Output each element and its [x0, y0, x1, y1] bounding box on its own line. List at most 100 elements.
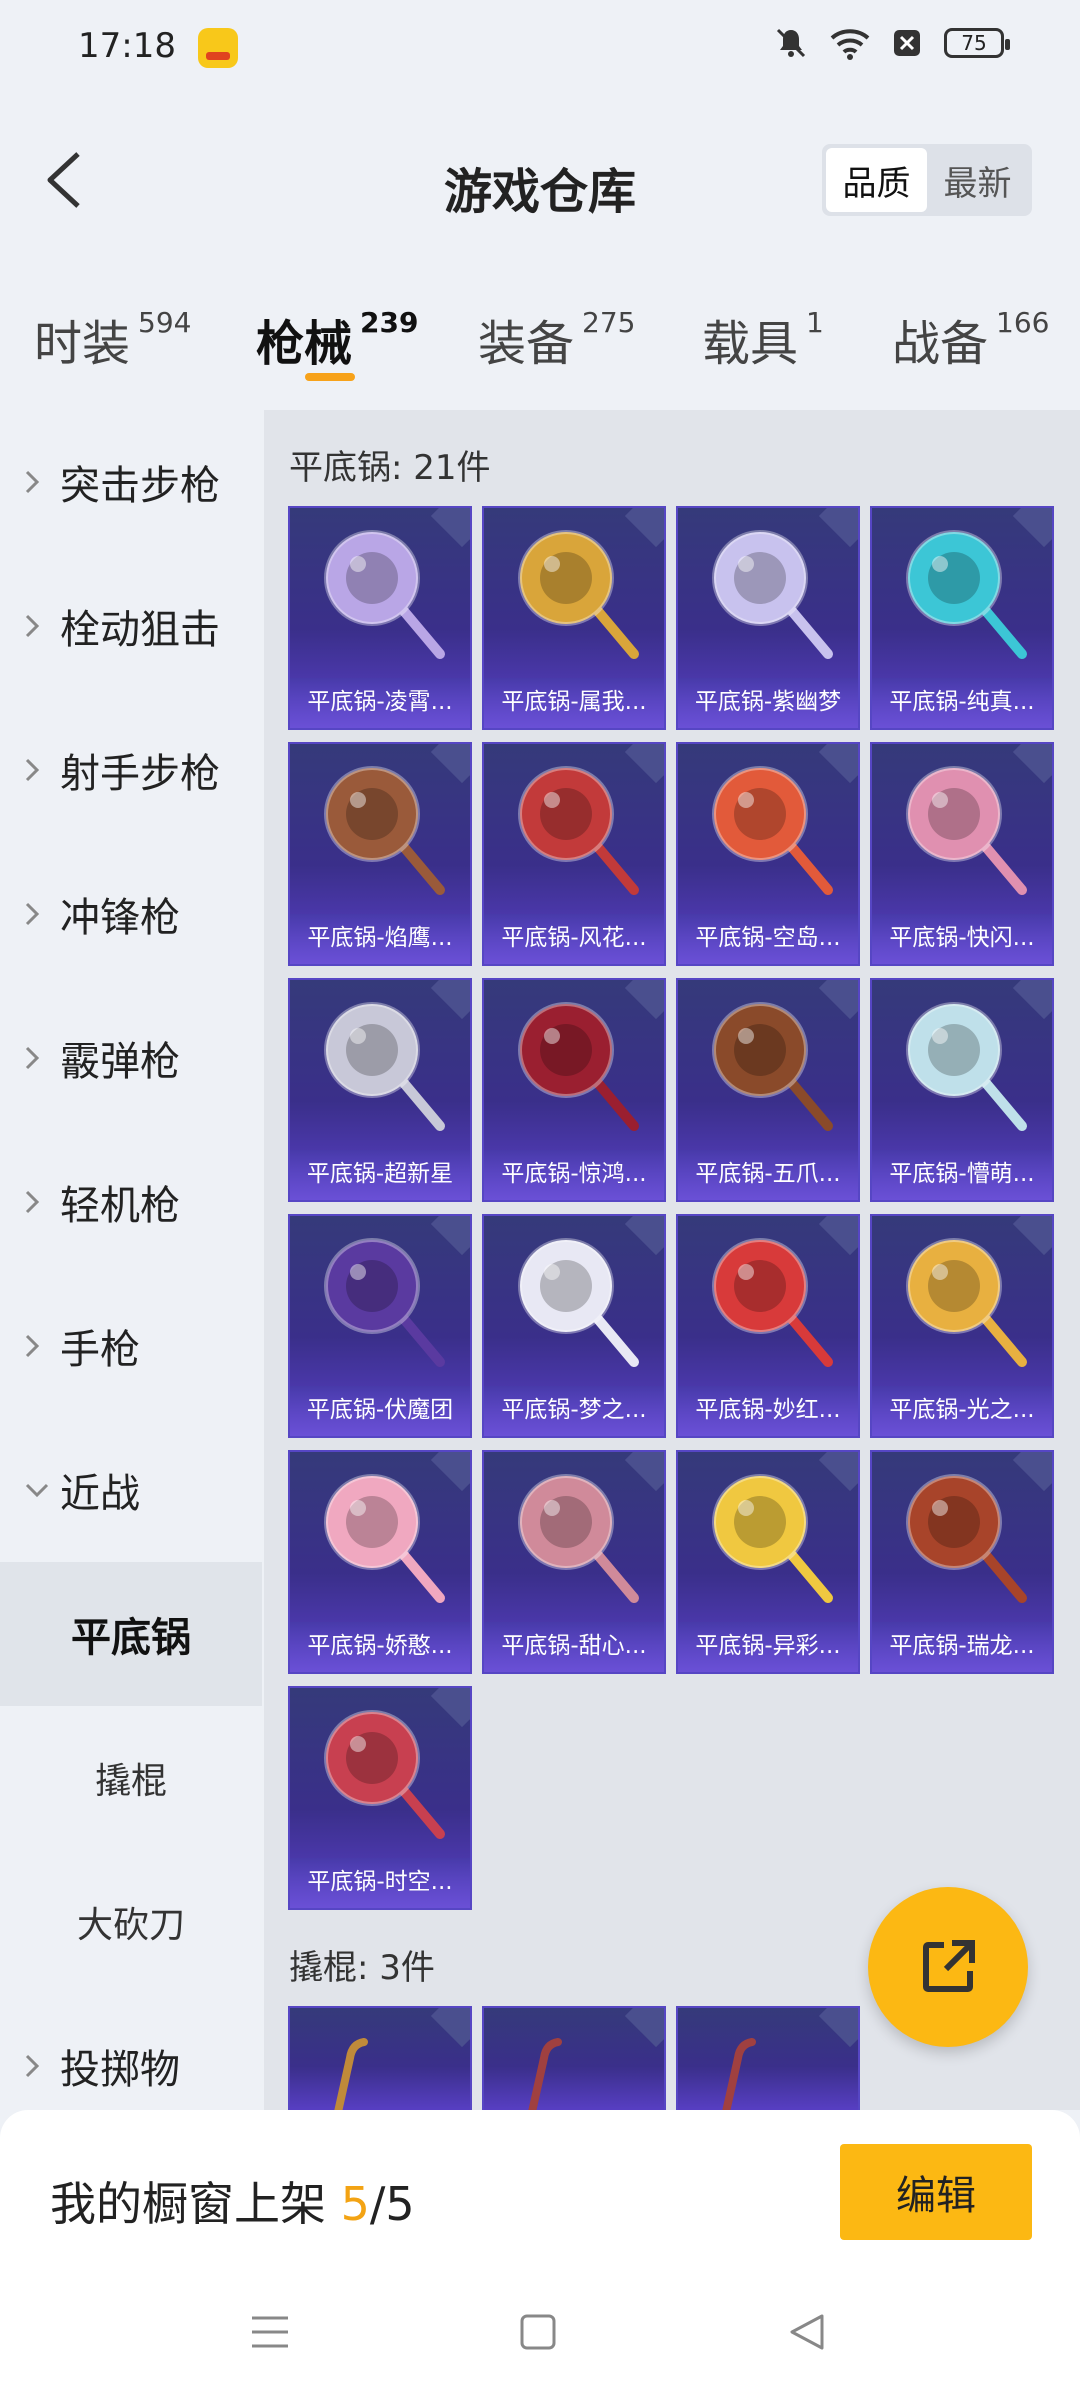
frying-pan-icon — [518, 766, 639, 895]
menu-icon[interactable] — [240, 2302, 300, 2362]
item-card[interactable]: 平底锅-甜心... — [482, 1450, 666, 1674]
tab-count: 166 — [996, 306, 1050, 339]
item-card[interactable]: 平底锅-光之... — [870, 1214, 1054, 1438]
item-card[interactable]: 平底锅-瑞龙... — [870, 1450, 1054, 1674]
frying-pan-icon — [712, 530, 833, 659]
item-name: 平底锅-甜心... — [484, 1622, 664, 1672]
sidebar-item-smg[interactable]: 冲锋枪 — [0, 842, 262, 986]
item-card[interactable]: 平底锅-焰鹰... — [288, 742, 472, 966]
item-card[interactable]: 平底锅-属我... — [482, 506, 666, 730]
item-card[interactable]: 平底锅-伏魔团 — [288, 1214, 472, 1438]
item-name: 平底锅-娇憨... — [290, 1622, 470, 1672]
back-triangle-icon[interactable] — [776, 2302, 836, 2362]
frying-pan-icon — [906, 1474, 1027, 1603]
home-icon[interactable] — [508, 2302, 568, 2362]
frying-pan-icon — [906, 766, 1027, 895]
tab-weapons[interactable]: 枪械 239 — [256, 304, 418, 374]
chevron-right-icon — [24, 1189, 54, 1215]
item-name: 平底锅-光之... — [872, 1386, 1052, 1436]
frying-pan-icon — [906, 530, 1027, 659]
no-sim-icon — [894, 30, 920, 56]
item-card[interactable]: 平底锅-妙红... — [676, 1214, 860, 1438]
item-card[interactable]: 平底锅-惊鸿... — [482, 978, 666, 1202]
item-card[interactable]: 平底锅-异彩... — [676, 1450, 860, 1674]
share-fab-button[interactable] — [868, 1887, 1028, 2047]
item-card[interactable]: 平底锅-凌霄... — [288, 506, 472, 730]
tab-supplies[interactable]: 战备 166 — [892, 304, 1049, 374]
sidebar-subitem-crowbar[interactable]: 撬棍 — [0, 1706, 262, 1850]
sidebar-item-marksman-rifle[interactable]: 射手步枪 — [0, 698, 262, 842]
app-notification-icon — [198, 28, 238, 68]
sidebar-item-label: 投掷物 — [60, 2047, 180, 2093]
tab-vehicles[interactable]: 载具 1 — [702, 304, 824, 374]
sidebar-item-assault-rifle[interactable]: 突击步枪 — [0, 410, 262, 554]
frying-pan-icon — [324, 1474, 445, 1603]
item-name: 平底锅-梦之... — [484, 1386, 664, 1436]
item-card[interactable]: 平底锅-纯真... — [870, 506, 1054, 730]
item-card[interactable]: 平底锅-快闪... — [870, 742, 1054, 966]
chevron-down-icon — [24, 1482, 54, 1498]
frying-pan-icon — [324, 530, 445, 659]
sidebar-item-label: 近战 — [60, 1471, 140, 1517]
tab-count: 1 — [806, 306, 824, 339]
sidebar-item-label: 手枪 — [60, 1327, 140, 1373]
frying-pan-icon — [712, 1474, 833, 1603]
sort-newest-option[interactable]: 最新 — [927, 148, 1028, 212]
sidebar-item-lmg[interactable]: 轻机枪 — [0, 1130, 262, 1274]
item-name: 平底锅-空岛... — [678, 914, 858, 964]
frying-pan-icon — [324, 1002, 445, 1131]
status-time: 17:18 — [78, 26, 176, 66]
item-name: 平底锅-懵萌... — [872, 1150, 1052, 1200]
item-name: 平底锅-时空... — [290, 1858, 470, 1908]
chevron-right-icon — [24, 901, 54, 927]
tab-label: 装备 — [478, 316, 575, 372]
item-name: 平底锅-伏魔团 — [290, 1386, 470, 1436]
sidebar-item-label: 射手步枪 — [60, 751, 220, 797]
item-card[interactable]: 平底锅-懵萌... — [870, 978, 1054, 1202]
sort-quality-option[interactable]: 品质 — [826, 148, 927, 212]
item-name: 平底锅-异彩... — [678, 1622, 858, 1672]
tab-equipment[interactable]: 装备 275 — [478, 304, 635, 374]
item-name: 平底锅-妙红... — [678, 1386, 858, 1436]
item-card[interactable] — [482, 2006, 666, 2110]
sidebar-item-label: 冲锋枪 — [60, 895, 180, 941]
frying-pan-icon — [518, 1238, 639, 1367]
item-card[interactable]: 平底锅-风花... — [482, 742, 666, 966]
frying-pan-icon — [324, 1710, 445, 1839]
section-title-crowbar: 撬棍: 3件 — [289, 1948, 435, 1988]
item-card[interactable]: 平底锅-空岛... — [676, 742, 860, 966]
header: 游戏仓库 品质 最新 — [0, 130, 1080, 230]
frying-pan-icon — [324, 766, 445, 895]
sort-toggle: 品质 最新 — [822, 144, 1032, 216]
section-title-frying-pan: 平底锅: 21件 — [289, 448, 491, 488]
item-card[interactable]: 平底锅-紫幽梦 — [676, 506, 860, 730]
item-card[interactable]: 平底锅-时空... — [288, 1686, 472, 1910]
item-grid-panel[interactable]: 平底锅: 21件 平底锅-凌霄... 平底锅-属我... 平底锅-紫幽梦 平底锅-纯真… — [264, 410, 1080, 2110]
chevron-right-icon — [24, 757, 54, 783]
showcase-status: 我的橱窗上架 5/5 — [50, 2168, 415, 2234]
item-card[interactable]: 平底锅-梦之... — [482, 1214, 666, 1438]
system-nav-bar — [0, 2280, 1080, 2390]
sidebar-item-pistol[interactable]: 手枪 — [0, 1274, 262, 1418]
item-card[interactable] — [288, 2006, 472, 2110]
sidebar-subitem-frying-pan[interactable]: 平底锅 — [0, 1562, 262, 1706]
item-card[interactable]: 平底锅-娇憨... — [288, 1450, 472, 1674]
sidebar-item-label: 轻机枪 — [60, 1183, 180, 1229]
tab-fashion[interactable]: 时装 594 — [34, 304, 191, 374]
frying-pan-icon — [906, 1002, 1027, 1131]
tab-label: 载具 — [702, 316, 799, 372]
item-card[interactable]: 平底锅-超新星 — [288, 978, 472, 1202]
tab-label: 时装 — [34, 316, 131, 372]
item-card[interactable]: 平底锅-五爪... — [676, 978, 860, 1202]
sidebar-subitem-machete[interactable]: 大砍刀 — [0, 1850, 262, 1994]
item-name: 平底锅-属我... — [484, 678, 664, 728]
sidebar-item-bolt-sniper[interactable]: 栓动狙击 — [0, 554, 262, 698]
sidebar-item-shotgun[interactable]: 霰弹枪 — [0, 986, 262, 1130]
item-name: 平底锅-纯真... — [872, 678, 1052, 728]
item-card[interactable] — [676, 2006, 860, 2110]
edit-button[interactable]: 编辑 — [840, 2144, 1032, 2240]
sidebar-item-melee[interactable]: 近战 — [0, 1418, 262, 1562]
frying-pan-icon — [712, 1238, 833, 1367]
chevron-right-icon — [24, 613, 54, 639]
sidebar-item-label: 突击步枪 — [60, 463, 220, 509]
